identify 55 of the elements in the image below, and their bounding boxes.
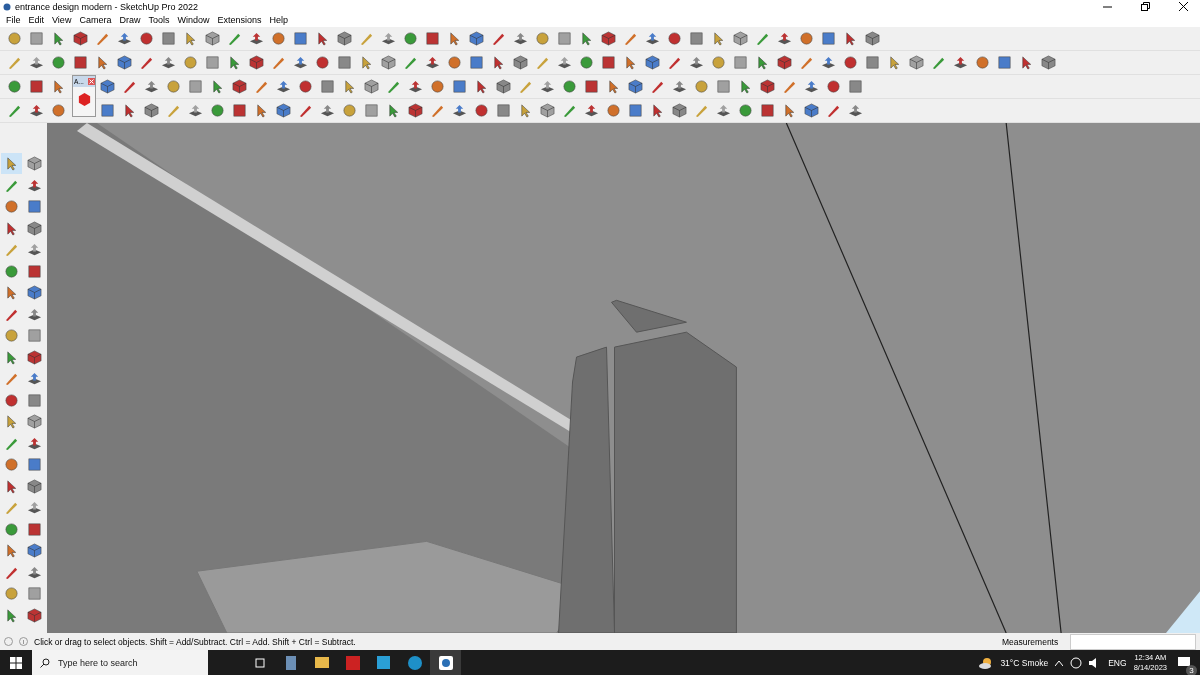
- cube-icon[interactable]: [1038, 52, 1059, 73]
- cube-icon[interactable]: [114, 52, 135, 73]
- cube-icon[interactable]: [70, 28, 91, 49]
- menu-item[interactable]: Help: [265, 13, 292, 27]
- menu-item[interactable]: Extensions: [213, 13, 266, 27]
- cube-icon[interactable]: [774, 52, 795, 73]
- weather-text[interactable]: 31°C Smoke: [1000, 657, 1049, 668]
- menu-item[interactable]: File: [2, 13, 25, 27]
- cube-icon[interactable]: [510, 52, 531, 73]
- measurements-field[interactable]: [1070, 633, 1196, 650]
- cube-icon[interactable]: [24, 411, 45, 432]
- window-title: entrance design modern - SketchUp Pro 2022: [15, 1, 200, 12]
- cube-icon[interactable]: [24, 153, 45, 174]
- cube-icon[interactable]: [378, 52, 399, 73]
- cube-icon[interactable]: [730, 28, 751, 49]
- cube-icon[interactable]: [625, 76, 646, 97]
- cube-icon[interactable]: [466, 28, 487, 49]
- cube-icon[interactable]: [669, 100, 690, 121]
- app-logo-icon: [3, 2, 11, 11]
- cube-icon[interactable]: [906, 52, 927, 73]
- cube-icon[interactable]: [598, 28, 619, 49]
- cube-icon[interactable]: [361, 76, 382, 97]
- glass-drawing: [1166, 591, 1200, 633]
- cube-icon[interactable]: [141, 100, 162, 121]
- windows-logo-icon[interactable]: [10, 656, 22, 669]
- cube-icon[interactable]: [24, 282, 45, 303]
- hexagon-icon[interactable]: [76, 92, 92, 107]
- cube-icon[interactable]: [334, 28, 355, 49]
- status-hint: Click or drag to select objects. Shift = Add/Subtract. Ctrl = Add. Shift + Ctrl = Subtract.: [34, 636, 357, 647]
- search-icon: [40, 657, 50, 668]
- weather-icon: [979, 656, 994, 669]
- menu-item[interactable]: Draw: [115, 13, 145, 27]
- cube-icon[interactable]: [246, 52, 267, 73]
- cube-icon[interactable]: [757, 76, 778, 97]
- cube-icon[interactable]: [642, 52, 663, 73]
- menu-item[interactable]: Tools: [144, 13, 174, 27]
- chevron-up-icon[interactable]: [1055, 659, 1064, 666]
- cube-icon[interactable]: [405, 100, 426, 121]
- measurements-label: Measurements: [1002, 636, 1060, 647]
- cube-icon[interactable]: [202, 28, 223, 49]
- language-indicator[interactable]: ENG: [1108, 657, 1127, 668]
- cube-icon[interactable]: [97, 76, 118, 97]
- search-input[interactable]: Type here to search: [58, 651, 208, 674]
- cube-icon[interactable]: [229, 76, 250, 97]
- menu-item[interactable]: Edit: [24, 13, 49, 27]
- cube-icon[interactable]: [24, 540, 45, 561]
- menu-item[interactable]: Window: [173, 13, 214, 27]
- cube-icon[interactable]: [493, 76, 514, 97]
- menu-item[interactable]: View: [48, 13, 76, 27]
- search-bar[interactable]: Type here to search: [32, 650, 208, 675]
- cube-icon[interactable]: [273, 100, 294, 121]
- cube-icon[interactable]: [801, 100, 822, 121]
- cube-icon[interactable]: [537, 100, 558, 121]
- cube-icon[interactable]: [862, 28, 883, 49]
- menu-item[interactable]: Camera: [75, 13, 116, 27]
